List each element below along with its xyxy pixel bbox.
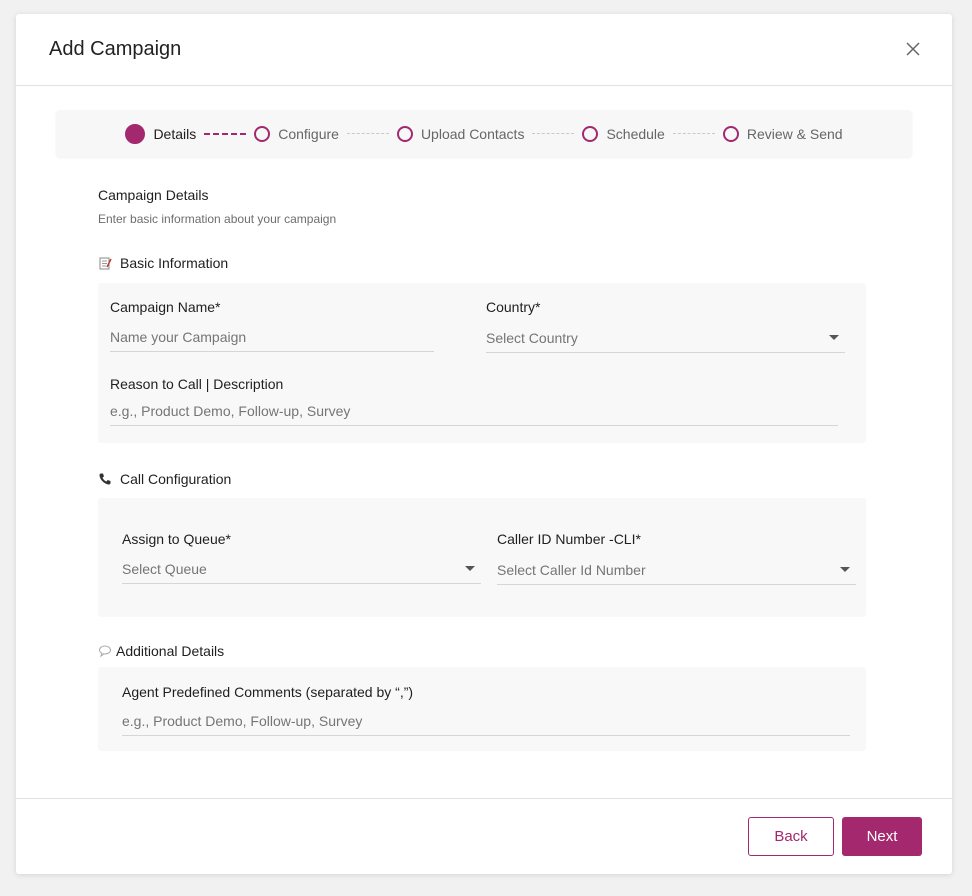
memo-icon (99, 257, 112, 270)
step-schedule[interactable]: Schedule (582, 125, 665, 142)
queue-label: Assign to Queue* (122, 531, 231, 547)
close-button[interactable] (904, 40, 922, 58)
step-connector (346, 133, 389, 134)
basic-info-panel: Campaign Name* Country* Select Country R… (98, 283, 866, 443)
basic-info-heading: Basic Information (98, 255, 228, 271)
step-configure[interactable]: Configure (254, 125, 339, 142)
caller-id-label: Caller ID Number -CLI* (497, 531, 641, 547)
step-active-indicator (125, 123, 146, 144)
close-icon (906, 42, 920, 56)
modal-footer: Back Next (16, 798, 952, 875)
add-campaign-modal: Add Campaign Details Configure Upload Co… (16, 14, 952, 874)
step-indicator (396, 125, 413, 142)
step-label: Review & Send (746, 125, 843, 142)
step-details[interactable]: Details (125, 123, 197, 144)
campaign-name-label: Campaign Name* (110, 299, 221, 315)
modal-header: Add Campaign (16, 14, 952, 86)
basic-info-title: Basic Information (120, 255, 229, 271)
queue-select-value: Select Queue (122, 560, 207, 577)
step-connector (532, 133, 575, 134)
step-indicator (722, 125, 739, 142)
step-indicator (582, 125, 599, 142)
call-config-title: Call Configuration (120, 471, 232, 487)
step-label: Schedule (606, 125, 665, 142)
call-config-panel: Assign to Queue* Select Queue Caller ID … (98, 498, 866, 617)
modal-title: Add Campaign (49, 38, 182, 60)
comments-input[interactable] (122, 706, 850, 736)
caller-id-select[interactable]: Select Caller Id Number (497, 555, 856, 585)
step-upload-contacts[interactable]: Upload Contacts (396, 125, 525, 142)
country-select[interactable]: Select Country (486, 323, 845, 353)
back-button[interactable]: Back (748, 817, 834, 856)
step-connector (672, 133, 715, 134)
reason-input[interactable] (110, 396, 838, 426)
chevron-down-icon (829, 335, 839, 340)
additional-panel: Agent Predefined Comments (separated by … (98, 667, 866, 751)
chevron-down-icon (840, 567, 850, 572)
campaign-stepper: Details Configure Upload Contacts Schedu… (56, 110, 912, 157)
section-title: Campaign Details (98, 187, 209, 203)
queue-select[interactable]: Select Queue (122, 554, 481, 584)
reason-label: Reason to Call | Description (110, 376, 284, 392)
phone-icon (99, 473, 111, 485)
country-select-value: Select Country (486, 329, 578, 346)
next-button[interactable]: Next (842, 817, 922, 856)
step-review-send[interactable]: Review & Send (722, 125, 843, 142)
campaign-name-input[interactable] (110, 322, 434, 352)
comments-label: Agent Predefined Comments (separated by … (122, 684, 414, 700)
chevron-down-icon (465, 566, 475, 571)
step-label: Details (153, 125, 197, 142)
section-subtitle: Enter basic information about your campa… (98, 212, 337, 226)
additional-heading: Additional Details (98, 643, 224, 659)
step-indicator (254, 125, 271, 142)
step-label: Upload Contacts (420, 125, 525, 142)
country-label: Country* (486, 299, 541, 315)
speech-bubble-icon (99, 645, 111, 658)
additional-title: Additional Details (116, 643, 225, 659)
caller-id-select-value: Select Caller Id Number (497, 561, 646, 578)
step-connector (204, 132, 247, 135)
call-config-heading: Call Configuration (98, 471, 231, 487)
step-label: Configure (278, 125, 339, 142)
